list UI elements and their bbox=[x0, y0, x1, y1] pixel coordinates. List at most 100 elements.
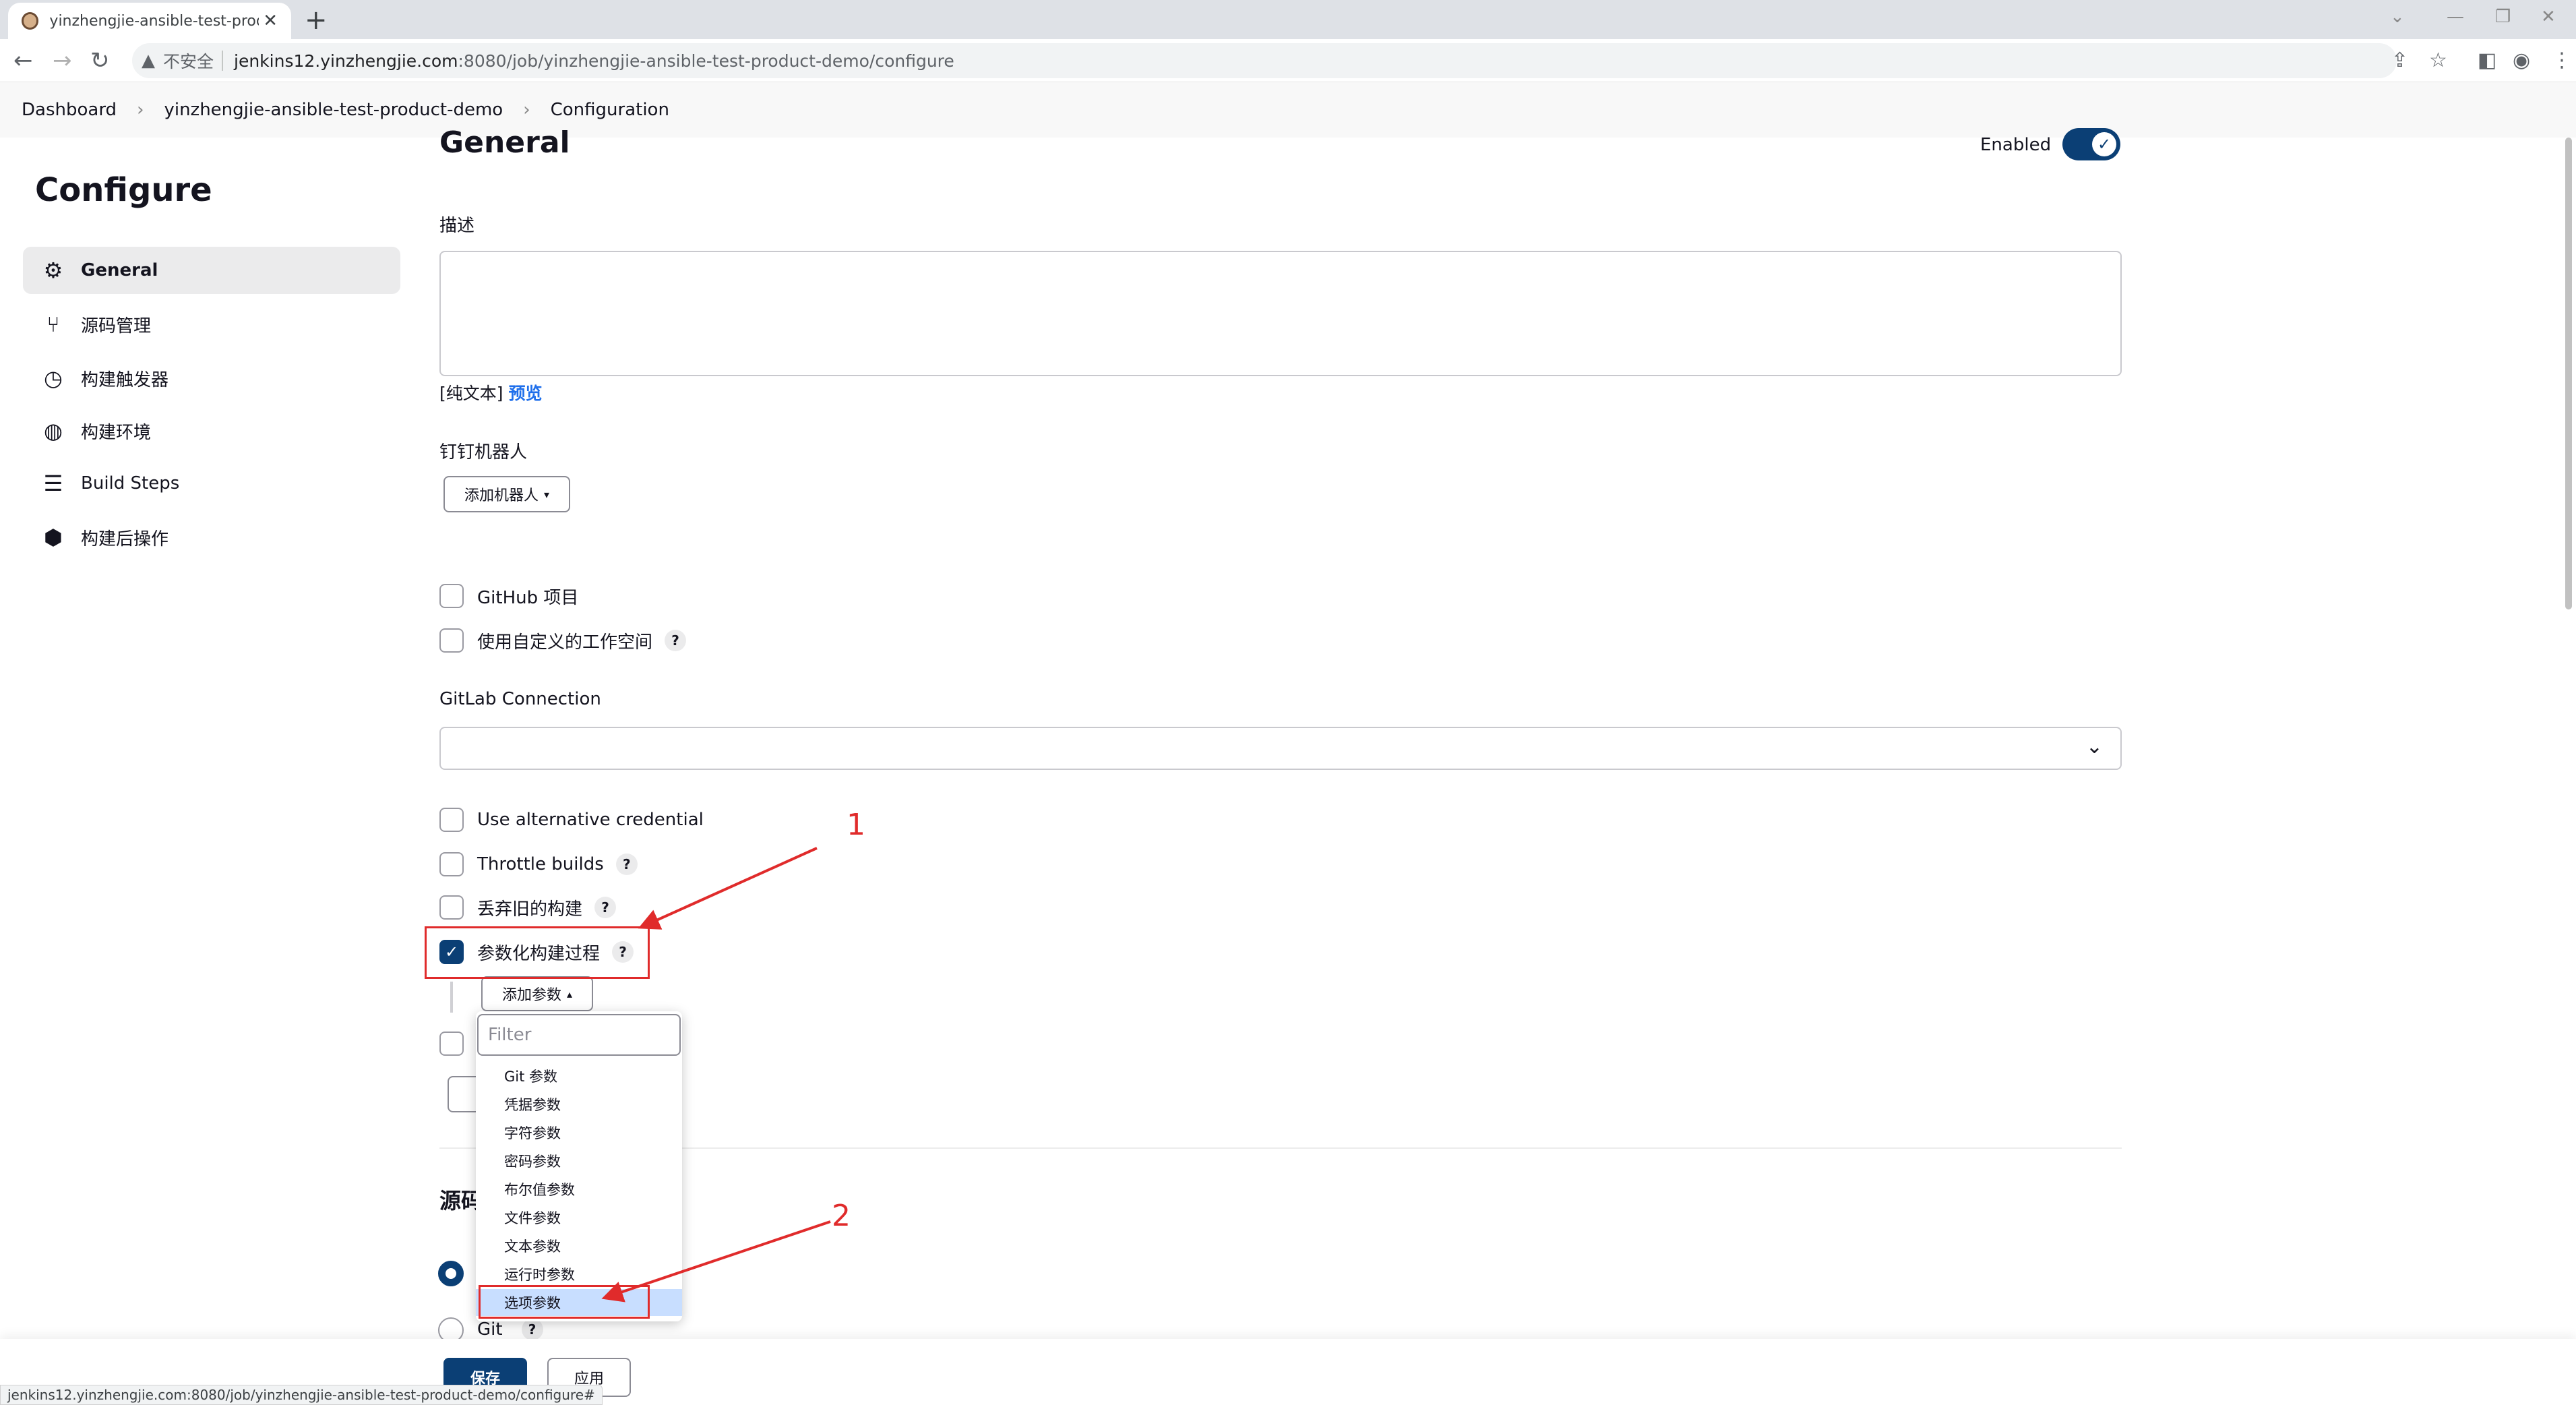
browser-tab[interactable]: yinzhengjie-ansible-test-product-demo ✕ bbox=[8, 3, 291, 39]
breadcrumb-configuration[interactable]: Configuration bbox=[551, 100, 669, 120]
description-textarea[interactable] bbox=[439, 251, 2122, 376]
sidebar-item-label: 构建后操作 bbox=[81, 529, 169, 549]
chevron-down-icon: ⌄ bbox=[2085, 735, 2103, 758]
gitlab-connection-select[interactable]: ⌄ bbox=[439, 727, 2122, 770]
add-parameter-dropdown: Filter Git 参数 凭据参数 字符参数 密码参数 布尔值参数 文件参数 … bbox=[476, 1011, 682, 1321]
list-icon: ☰ bbox=[43, 471, 63, 496]
alt-credential-checkbox[interactable] bbox=[439, 808, 464, 832]
back-icon[interactable]: ← bbox=[13, 47, 33, 74]
help-icon[interactable]: ? bbox=[665, 630, 687, 651]
menu-item-boolean-param[interactable]: 布尔值参数 bbox=[476, 1176, 682, 1203]
scm-none-radio[interactable] bbox=[438, 1261, 464, 1286]
page-scrollbar[interactable] bbox=[2565, 138, 2572, 609]
sidebar-item-label: General bbox=[81, 260, 158, 280]
gitlab-connection-label: GitLab Connection bbox=[439, 689, 601, 709]
sidebar-item-label: 构建环境 bbox=[81, 422, 152, 443]
throttle-builds-row[interactable]: Throttle builds ? bbox=[439, 851, 638, 878]
chevron-right-icon: › bbox=[523, 100, 530, 120]
breadcrumb-dashboard[interactable]: Dashboard bbox=[22, 100, 117, 120]
restore-icon[interactable]: ❐ bbox=[2495, 7, 2511, 27]
url-text[interactable]: jenkins12.yinzhengjie.com:8080/job/yinzh… bbox=[234, 51, 954, 71]
sidebar-item-general[interactable]: ⚙ General bbox=[23, 247, 400, 294]
github-project-row[interactable]: GitHub 项目 bbox=[439, 582, 578, 609]
browser-tabstrip: yinzhengjie-ansible-test-product-demo ✕ … bbox=[0, 0, 2576, 39]
insecure-label[interactable]: 不安全 bbox=[163, 49, 214, 73]
menu-kebab-icon[interactable]: ⋮ bbox=[2552, 49, 2572, 72]
custom-workspace-row[interactable]: 使用自定义的工作空间 ? bbox=[439, 627, 687, 654]
scm-git-label: Git bbox=[477, 1319, 503, 1340]
throttle-builds-checkbox[interactable] bbox=[439, 852, 464, 876]
discard-builds-row[interactable]: 丢弃旧的构建 ? bbox=[439, 894, 617, 921]
sidebar-item-label: 构建触发器 bbox=[81, 369, 169, 390]
custom-workspace-label: 使用自定义的工作空间 bbox=[477, 632, 653, 653]
warning-icon[interactable]: ▲ bbox=[142, 51, 155, 71]
share-icon[interactable]: ⇪ bbox=[2391, 49, 2408, 72]
check-icon: ✓ bbox=[2092, 132, 2116, 156]
forward-icon[interactable]: → bbox=[53, 47, 72, 74]
filter-input[interactable]: Filter bbox=[477, 1014, 681, 1056]
add-parameter-button[interactable]: 添加参数 ▴ bbox=[481, 976, 593, 1011]
jenkins-favicon-icon bbox=[22, 12, 39, 30]
minimize-icon[interactable]: — bbox=[2447, 7, 2464, 27]
description-label: 描述 bbox=[439, 216, 475, 236]
address-bar[interactable]: ▲ 不安全 jenkins12.yinzhengjie.com:8080/job… bbox=[132, 43, 2397, 78]
chevron-right-icon: › bbox=[137, 100, 144, 120]
menu-item-text-param[interactable]: 文本参数 bbox=[476, 1232, 682, 1259]
profile-icon[interactable]: ◉ bbox=[2513, 49, 2530, 72]
hidden-option-checkbox[interactable] bbox=[439, 1032, 464, 1056]
browser-toolbar: ← → ↻ ▲ 不安全 jenkins12.yinzhengjie.com:80… bbox=[0, 39, 2576, 82]
breadcrumb: Dashboard › yinzhengjie-ansible-test-pro… bbox=[0, 82, 2576, 138]
annotation-arrow-1 bbox=[638, 847, 818, 930]
sidebar-item-label: Build Steps bbox=[81, 473, 180, 494]
annotation-box-parameterized bbox=[425, 926, 650, 979]
sidebar-item-environment[interactable]: ◍ 构建环境 bbox=[23, 407, 400, 454]
omnibox-separator bbox=[222, 51, 224, 71]
menu-item-string-param[interactable]: 字符参数 bbox=[476, 1119, 682, 1146]
preview-link[interactable]: 预览 bbox=[509, 384, 543, 403]
new-tab-button[interactable]: + bbox=[305, 5, 328, 35]
help-icon[interactable]: ? bbox=[521, 1319, 543, 1340]
github-project-checkbox[interactable] bbox=[439, 584, 464, 608]
scm-git-row: Git ? bbox=[477, 1319, 543, 1340]
bookmark-star-icon[interactable]: ☆ bbox=[2429, 49, 2447, 72]
branch-icon: ⑂ bbox=[47, 311, 60, 337]
reload-icon[interactable]: ↻ bbox=[90, 47, 110, 74]
sidebar-item-triggers[interactable]: ◷ 构建触发器 bbox=[23, 355, 400, 402]
close-tab-icon[interactable]: ✕ bbox=[263, 11, 278, 31]
section-divider bbox=[439, 1147, 2122, 1149]
custom-workspace-checkbox[interactable] bbox=[439, 628, 464, 653]
annotation-arrows bbox=[601, 847, 831, 1303]
window-close-icon[interactable]: ✕ bbox=[2541, 7, 2556, 27]
enabled-toggle[interactable]: ✓ bbox=[2062, 128, 2120, 160]
alt-credential-row[interactable]: Use alternative credential bbox=[439, 806, 704, 833]
sidebar-item-scm[interactable]: ⑂ 源码管理 bbox=[23, 301, 400, 348]
menu-item-file-param[interactable]: 文件参数 bbox=[476, 1204, 682, 1231]
help-icon[interactable]: ? bbox=[594, 897, 617, 918]
discard-builds-label: 丢弃旧的构建 bbox=[477, 899, 583, 920]
add-robot-button[interactable]: 添加机器人 ▾ bbox=[443, 476, 570, 512]
tab-search-icon[interactable]: ⌄ bbox=[2390, 7, 2405, 27]
sidebar-item-post-build[interactable]: ⬢ 构建后操作 bbox=[23, 514, 400, 561]
menu-item-runtime-param[interactable]: 运行时参数 bbox=[476, 1261, 682, 1288]
annotation-number-2: 2 bbox=[832, 1199, 851, 1233]
menu-item-git-param[interactable]: Git 参数 bbox=[476, 1063, 682, 1089]
help-icon[interactable]: ? bbox=[615, 854, 638, 875]
annotation-number-1: 1 bbox=[847, 808, 865, 842]
cube-icon: ⬢ bbox=[44, 525, 63, 550]
side-panel-icon[interactable]: ◧ bbox=[2478, 49, 2496, 72]
caret-up-icon: ▴ bbox=[566, 987, 573, 1000]
discard-builds-checkbox[interactable] bbox=[439, 895, 464, 920]
add-robot-label: 添加机器人 bbox=[464, 487, 539, 504]
section-title-general: General bbox=[439, 125, 570, 160]
gear-icon: ⚙ bbox=[43, 258, 63, 283]
tab-title: yinzhengjie-ansible-test-product-demo bbox=[49, 12, 259, 30]
url-path: :8080/job/yinzhengjie-ansible-test-produ… bbox=[458, 51, 954, 71]
nested-indent-line bbox=[450, 982, 453, 1013]
sidebar-item-build-steps[interactable]: ☰ Build Steps bbox=[23, 460, 400, 507]
status-url-bar: jenkins12.yinzhengjie.com:8080/job/yinzh… bbox=[0, 1385, 603, 1405]
clock-icon: ◷ bbox=[44, 365, 63, 391]
menu-item-credentials-param[interactable]: 凭据参数 bbox=[476, 1091, 682, 1118]
sidebar-item-label: 源码管理 bbox=[81, 316, 152, 336]
breadcrumb-job[interactable]: yinzhengjie-ansible-test-product-demo bbox=[164, 100, 503, 120]
menu-item-password-param[interactable]: 密码参数 bbox=[476, 1147, 682, 1174]
